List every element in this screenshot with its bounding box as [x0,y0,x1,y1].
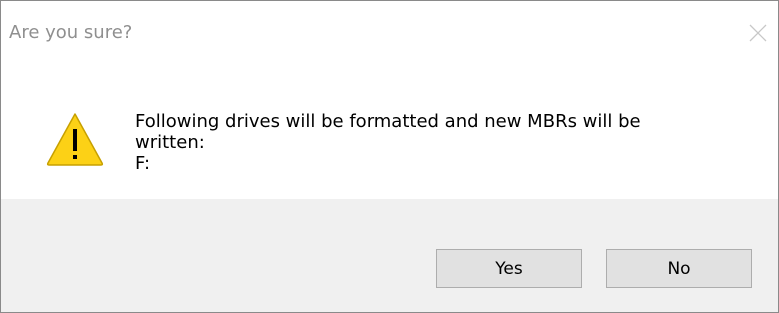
warning-icon [46,113,104,166]
message-line: written: [135,132,205,153]
message-line: F: [135,153,151,174]
confirm-dialog: Are you sure? Following drives will be f… [0,0,779,313]
no-button[interactable]: No [606,249,752,288]
message-line: Following drives will be formatted and n… [135,111,641,132]
dialog-titlebar: Are you sure? [1,1,778,65]
yes-button[interactable]: Yes [436,249,582,288]
close-icon [749,24,767,42]
dialog-message: Following drives will be formatted and n… [135,111,745,174]
dialog-content: Following drives will be formatted and n… [1,65,778,199]
dialog-title: Are you sure? [9,22,133,43]
dialog-button-bar: Yes No [1,199,778,312]
close-button[interactable] [738,13,778,53]
